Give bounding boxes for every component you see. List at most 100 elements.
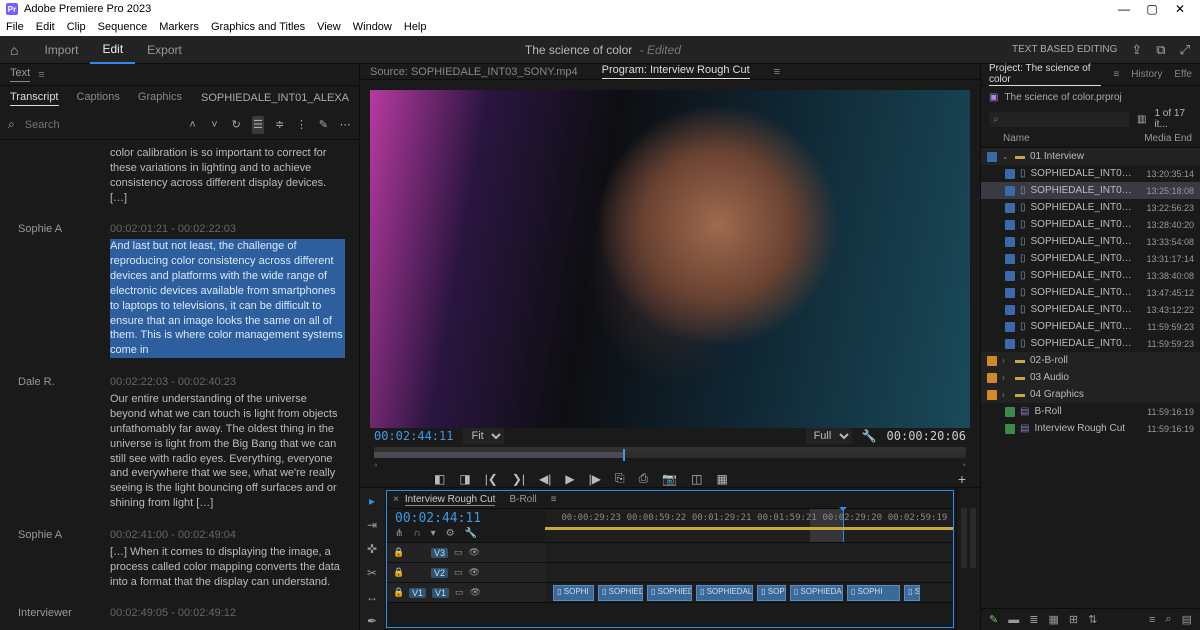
settings-icon[interactable]: ⚙ [446, 528, 455, 539]
selection-tool-icon[interactable]: ▸ [364, 494, 380, 510]
effects-tab[interactable]: Effe [1174, 69, 1192, 80]
source-tab[interactable]: Source: SOPHIEDALE_INT03_SONY.mp4 [370, 66, 578, 78]
sequence-tab[interactable]: B-Roll [509, 494, 536, 505]
transcript-row[interactable]: Sophie A00:02:01:21 - 00:02:22:03And las… [18, 223, 345, 358]
search-input[interactable] [25, 119, 167, 131]
track-target[interactable]: V2 [431, 568, 448, 578]
lock-icon[interactable]: 🔒 [393, 567, 403, 578]
sort-up-icon[interactable]: ˄ [187, 116, 199, 134]
disclosure-icon[interactable]: ⌄ [1002, 152, 1010, 161]
disclosure-icon[interactable]: › [1002, 390, 1010, 399]
safe-margins-icon[interactable]: ▦ [717, 472, 728, 486]
find-icon[interactable]: ⌕ [1165, 613, 1171, 626]
filter-icon[interactable]: ☰ [252, 116, 264, 134]
bin-item[interactable]: ▯SOPHIEDALE_INT03_A13:38:40:08 [981, 267, 1200, 284]
timeline-clip[interactable]: ▯ S [904, 585, 920, 601]
menu-sequence[interactable]: Sequence [98, 21, 148, 33]
bin-item[interactable]: ▯SOPHIEDALE_INT01_S13:22:56:23 [981, 199, 1200, 216]
workspace-tab-export[interactable]: Export [135, 36, 194, 64]
menu-view[interactable]: View [317, 21, 341, 33]
pen-tool-icon[interactable]: ✒ [364, 614, 380, 630]
full-select[interactable]: Full [806, 428, 852, 444]
track-select-tool-icon[interactable]: ⇥ [364, 518, 380, 534]
share-icon[interactable]: ⇪ [1131, 42, 1142, 58]
link-icon[interactable]: ∩ [413, 528, 420, 539]
menu-clip[interactable]: Clip [67, 21, 86, 33]
track-v2[interactable]: 🔒V2▭👁 [387, 563, 953, 583]
toggle-sync-icon[interactable]: 👁 [470, 587, 481, 598]
transcript-text[interactable]: And last but not least, the challenge of… [110, 239, 345, 358]
add-button-icon[interactable]: + [958, 471, 966, 487]
close-icon[interactable]: ✕ [1166, 2, 1194, 16]
compare-icon[interactable]: ◫ [691, 472, 702, 486]
timeline-clip[interactable]: ▯ SOPHIED [598, 585, 643, 601]
text-panel-tab[interactable]: Text [10, 67, 30, 82]
transcript-text[interactable]: Our entire understanding of the universe… [110, 392, 345, 511]
bin-item[interactable]: ▯SOPHIEDALE_INT02_A13:28:40:20 [981, 216, 1200, 233]
export-icon[interactable]: ⧉ [1156, 42, 1165, 58]
bin-item[interactable]: ▯SOPHIEDALE_INT03_C13:47:45:12 [981, 284, 1200, 301]
bin-item[interactable]: ▤B-Roll11:59:16:19 [981, 403, 1200, 420]
list-view-icon[interactable]: ≣ [1029, 613, 1038, 626]
lock-icon[interactable]: 🔒 [393, 587, 403, 598]
bin-item[interactable]: ▯SOPHIEDALE_INT01_A13:20:35:14 [981, 165, 1200, 182]
razor-tool-icon[interactable]: ✂ [364, 566, 380, 582]
toggle-output-icon[interactable]: ▭ [454, 547, 463, 558]
maximize-icon[interactable]: ▢ [1138, 2, 1166, 16]
icon-view-icon[interactable]: ▦ [1048, 613, 1058, 626]
scrub-bar[interactable] [374, 447, 966, 458]
transcript-row[interactable]: color calibration is so important to cor… [18, 146, 345, 205]
timeline-clip[interactable]: ▯ SOPHIEDAL [790, 585, 843, 601]
label-icon[interactable]: ▬ [1008, 614, 1019, 626]
minimize-icon[interactable]: — [1110, 2, 1138, 16]
timeline-timecode[interactable]: 00:02:44:11 [395, 511, 537, 526]
go-out-icon[interactable]: ❯| [512, 472, 525, 486]
more-icon[interactable]: ⋯ [339, 116, 351, 134]
menu-edit[interactable]: Edit [36, 21, 55, 33]
bin-folder[interactable]: ›▬02-B-roll [981, 352, 1200, 369]
toggle-sync-icon[interactable]: 👁 [469, 547, 480, 558]
sort-icon[interactable]: ⇅ [1088, 613, 1097, 626]
bin-item[interactable]: ▯SOPHIEDALE_INT02_C13:33:54:08 [981, 233, 1200, 250]
timeline-clip[interactable]: ▯ SOPHIEDAL [696, 585, 753, 601]
refresh-icon[interactable]: ↻ [230, 116, 242, 134]
bin-item[interactable]: ▯SOPHIEDALE_INT02_S13:31:17:14 [981, 250, 1200, 267]
timeline-clip[interactable]: ▯ SOPHI [553, 585, 594, 601]
new-item-icon[interactable]: ▤ [1182, 613, 1192, 626]
transcript-row[interactable]: Interviewer00:02:49:05 - 00:02:49:12 [18, 607, 345, 623]
wrench-icon[interactable]: 🔧 [862, 429, 877, 443]
trim-icon[interactable]: ⋮ [296, 116, 308, 134]
source-patch[interactable]: V1 [409, 588, 426, 598]
panel-menu-icon[interactable]: ≡ [38, 69, 44, 81]
menu-markers[interactable]: Markers [159, 21, 199, 33]
bin-item[interactable]: ▤Interview Rough Cut11:59:16:19 [981, 420, 1200, 437]
current-timecode[interactable]: 00:02:44:11 [374, 429, 453, 443]
marker-icon[interactable]: ▾ [431, 528, 436, 539]
program-menu-icon[interactable]: ≡ [774, 66, 780, 78]
bin-item[interactable]: ▯SOPHIEDALE_INT03_iP11:59:59:23 [981, 335, 1200, 352]
bin-folder[interactable]: ›▬04 Graphics [981, 386, 1200, 403]
track-target[interactable]: V1 [432, 588, 449, 598]
menu-file[interactable]: File [6, 21, 24, 33]
subtab-captions[interactable]: Captions [77, 91, 120, 106]
timeline-ruler[interactable]: 00:00:29:2300:00:59:2200:01:29:2100:01:5… [545, 509, 953, 542]
timeline-clip[interactable]: ▯ SOPHI [757, 585, 786, 601]
bin-folder[interactable]: ⌄▬01 Interview [981, 148, 1200, 165]
sequence-tab[interactable]: Interview Rough Cut [405, 494, 496, 506]
timeline-clip[interactable]: ▯ SOPHI [847, 585, 900, 601]
mark-in-icon[interactable]: ◧ [434, 472, 445, 486]
fit-select[interactable]: Fit [463, 428, 504, 444]
col-media-end[interactable]: Media End [1136, 133, 1192, 144]
workspace-tab-edit[interactable]: Edit [90, 36, 135, 64]
subtab-graphics[interactable]: Graphics [138, 91, 182, 106]
transcript-list[interactable]: color calibration is so important to cor… [0, 140, 359, 630]
automate-icon[interactable]: ≡ [1149, 614, 1155, 626]
bin-item[interactable]: ▯SOPHIEDALE_INT03_S13:43:12:22 [981, 301, 1200, 318]
toggle-output-icon[interactable]: ▭ [455, 587, 464, 598]
project-search-input[interactable] [989, 112, 1129, 127]
snap-icon[interactable]: ⋔ [395, 528, 403, 539]
freeform-view-icon[interactable]: ⊞ [1069, 613, 1078, 626]
play-icon[interactable]: ▶ [565, 472, 574, 486]
mark-out-icon[interactable]: ◨ [459, 472, 470, 486]
project-tab[interactable]: Project: The science of color [989, 63, 1101, 86]
